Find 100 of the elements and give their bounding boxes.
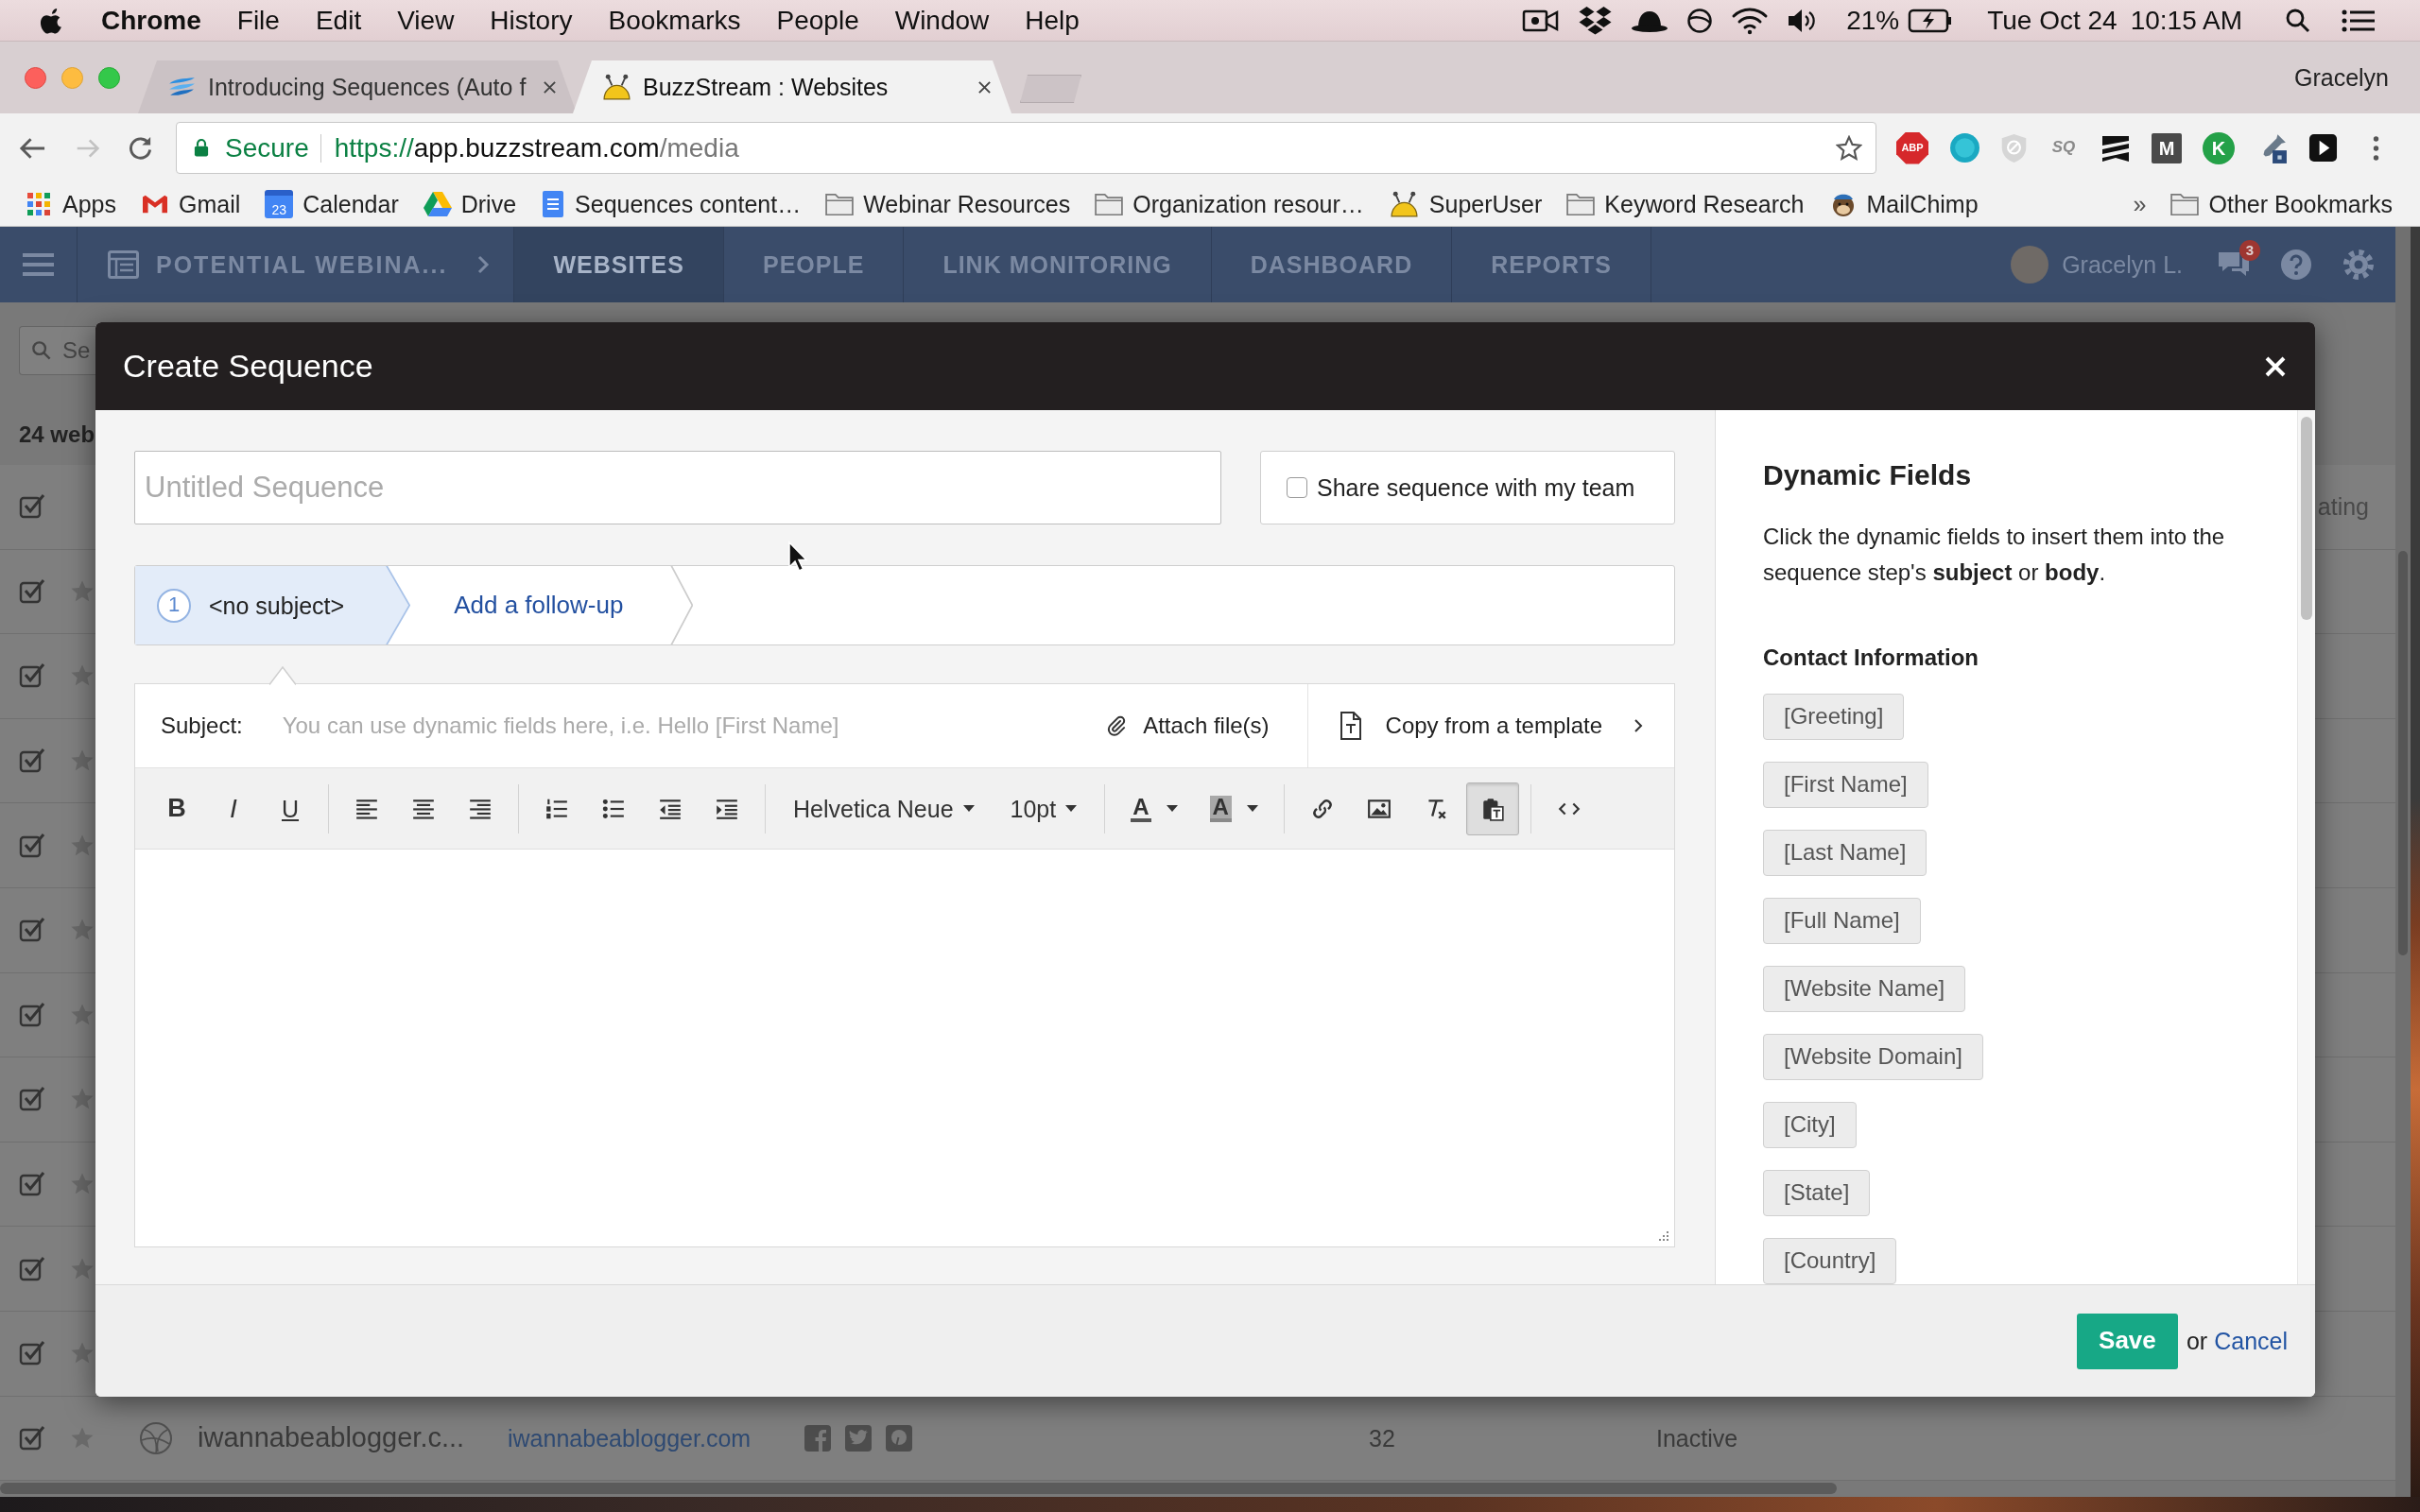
date-text[interactable]: Tue Oct 24 bbox=[1987, 4, 2118, 37]
bookmark-folder[interactable]: Webinar Resources bbox=[825, 190, 1071, 218]
row-checkbox[interactable] bbox=[19, 917, 45, 944]
bookmark-star-icon[interactable] bbox=[1836, 134, 1862, 162]
wifi-icon[interactable] bbox=[1731, 6, 1770, 35]
copy-template-button[interactable]: Copy from a template bbox=[1306, 684, 1674, 767]
dynamic-field-chip[interactable]: [Full Name] bbox=[1763, 898, 1921, 944]
paste-as-text-button[interactable] bbox=[1465, 782, 1519, 835]
list-icon[interactable] bbox=[2342, 8, 2376, 33]
row-checkbox[interactable] bbox=[19, 747, 45, 775]
dynamic-field-chip[interactable]: [State] bbox=[1763, 1170, 1871, 1216]
menu-item[interactable]: People bbox=[776, 4, 859, 37]
bookmark-item[interactable]: SuperUser bbox=[1388, 188, 1543, 220]
browser-tab[interactable]: Introducing Sequences (Auto f bbox=[138, 60, 577, 113]
dynamic-field-chip[interactable]: [City] bbox=[1763, 1102, 1857, 1148]
row-checkbox[interactable] bbox=[19, 662, 45, 690]
reload-icon[interactable] bbox=[128, 135, 153, 161]
more-menu-icon[interactable] bbox=[2371, 133, 2381, 163]
profile-name[interactable]: Gracelyn bbox=[2293, 63, 2420, 92]
row-checkbox[interactable] bbox=[19, 493, 45, 521]
clock-text[interactable]: 10:15 AM bbox=[2130, 4, 2242, 37]
menu-item[interactable]: File bbox=[236, 4, 280, 37]
scrollbar-thumb[interactable] bbox=[0, 1483, 1837, 1495]
menu-item[interactable]: Window bbox=[894, 4, 990, 37]
text-color-button[interactable]: A bbox=[1116, 782, 1192, 835]
sequence-name-field[interactable]: Untitled Sequence bbox=[134, 451, 1221, 524]
bookmark-folder[interactable]: Organization resour… bbox=[1095, 190, 1364, 218]
back-arrow-icon[interactable] bbox=[19, 135, 46, 161]
row-checkbox[interactable] bbox=[19, 832, 45, 859]
menu-item[interactable]: Bookmarks bbox=[608, 4, 741, 37]
highlight-color-button[interactable]: A bbox=[1195, 782, 1272, 835]
row-checkbox[interactable] bbox=[19, 1171, 45, 1198]
underline-button[interactable]: U bbox=[264, 782, 317, 835]
scrollbar-thumb[interactable] bbox=[2301, 417, 2312, 620]
extension-button[interactable]: M bbox=[2152, 132, 2182, 163]
row-checkbox[interactable] bbox=[19, 1086, 45, 1113]
nav-tab[interactable]: WEBSITES bbox=[514, 227, 724, 302]
menu-item[interactable]: Edit bbox=[315, 4, 362, 37]
help-icon[interactable] bbox=[2280, 249, 2312, 281]
menu-icon[interactable] bbox=[23, 252, 54, 277]
subject-field[interactable]: You can use dynamic fields here, i.e. Hello [First Name] bbox=[280, 684, 1087, 767]
bookmark-item[interactable]: Sequences content… bbox=[541, 190, 802, 218]
row-checkbox[interactable] bbox=[19, 1255, 45, 1282]
bookmark-item[interactable]: Apps bbox=[25, 190, 116, 218]
address-bar[interactable]: Secure https://app.buzzstream.com/media bbox=[176, 122, 1876, 174]
font-dropdown[interactable]: 10pt bbox=[994, 782, 1094, 835]
bookmark-item[interactable]: Gmail bbox=[141, 190, 241, 218]
row-checkbox[interactable] bbox=[19, 1340, 45, 1367]
browser-tab[interactable]: BuzzStream : Websites bbox=[573, 60, 1011, 113]
overflow-chevrons[interactable]: » bbox=[2133, 190, 2147, 218]
apple-logo-icon[interactable] bbox=[40, 7, 62, 34]
diamonds-logo-icon[interactable] bbox=[1578, 5, 1614, 36]
step-tab[interactable]: 1 <no subject> bbox=[135, 566, 411, 644]
share-checkbox[interactable] bbox=[1287, 477, 1307, 498]
close-tab-icon[interactable] bbox=[977, 79, 992, 94]
speaker-icon[interactable] bbox=[1787, 7, 1818, 34]
dynamic-field-chip[interactable]: [First Name] bbox=[1763, 762, 1928, 808]
dynamic-field-chip[interactable]: [Greeting] bbox=[1763, 694, 1905, 740]
play-icon[interactable] bbox=[2308, 133, 2338, 163]
dynamic-field-chip[interactable]: [Last Name] bbox=[1763, 830, 1927, 876]
bookmark-folder[interactable]: Other Bookmarks bbox=[2170, 190, 2393, 218]
italic-button[interactable]: I bbox=[207, 782, 260, 835]
dynamic-field-chip[interactable]: [Website Domain] bbox=[1763, 1034, 1983, 1080]
bird-square-icon[interactable] bbox=[845, 1424, 872, 1452]
share-option[interactable]: Share sequence with my team bbox=[1260, 451, 1675, 524]
battery-icon[interactable] bbox=[1908, 8, 1954, 33]
menu-item[interactable]: View bbox=[397, 4, 455, 37]
search-icon[interactable] bbox=[2285, 7, 2311, 34]
row-checkbox[interactable] bbox=[19, 1424, 45, 1452]
font-dropdown[interactable]: Helvetica Neue bbox=[777, 782, 991, 835]
f-square-icon[interactable] bbox=[804, 1424, 831, 1452]
menu-item[interactable]: History bbox=[490, 4, 573, 37]
apps-grid-icon bbox=[25, 190, 53, 218]
row-checkbox[interactable] bbox=[19, 577, 45, 605]
app-menu[interactable]: Chrome bbox=[101, 4, 201, 37]
dynamic-field-chip[interactable]: [Website Name] bbox=[1763, 966, 1966, 1012]
settings-icon[interactable] bbox=[2342, 249, 2375, 281]
bookmark-item[interactable]: Drive bbox=[423, 190, 517, 218]
zoom-window-icon[interactable] bbox=[98, 66, 120, 89]
close-icon[interactable] bbox=[2265, 355, 2286, 377]
row-checkbox[interactable] bbox=[19, 1001, 45, 1028]
disc-icon[interactable] bbox=[1949, 132, 1980, 163]
menu-item[interactable]: Help bbox=[1025, 4, 1080, 37]
bold-button[interactable]: B bbox=[150, 782, 203, 835]
pin-square-icon[interactable] bbox=[886, 1424, 912, 1452]
bookmark-item[interactable]: MailChimp bbox=[1828, 190, 1979, 218]
bookmark-item[interactable]: 23 Calendar bbox=[265, 190, 399, 218]
url-text[interactable]: https://app.buzzstream.com/media bbox=[334, 131, 739, 164]
search-field[interactable]: Se bbox=[19, 326, 95, 375]
close-tab-icon[interactable] bbox=[543, 79, 557, 94]
extension-button[interactable]: ABP bbox=[1896, 131, 1928, 164]
resize-grip-icon[interactable] bbox=[1657, 1229, 1668, 1241]
cancel-link[interactable]: Cancel bbox=[2214, 1327, 2288, 1355]
bookmark-folder[interactable]: Keyword Research bbox=[1566, 190, 1805, 218]
scrollbar-thumb[interactable] bbox=[2398, 551, 2408, 955]
close-window-icon[interactable] bbox=[25, 66, 46, 89]
attach-files-button[interactable]: Attach file(s) bbox=[1086, 684, 1307, 767]
video-camera-icon[interactable] bbox=[1522, 8, 1561, 33]
circle-slash-icon[interactable] bbox=[1686, 7, 1714, 34]
dynamic-field-chip[interactable]: [Country] bbox=[1763, 1238, 1897, 1284]
